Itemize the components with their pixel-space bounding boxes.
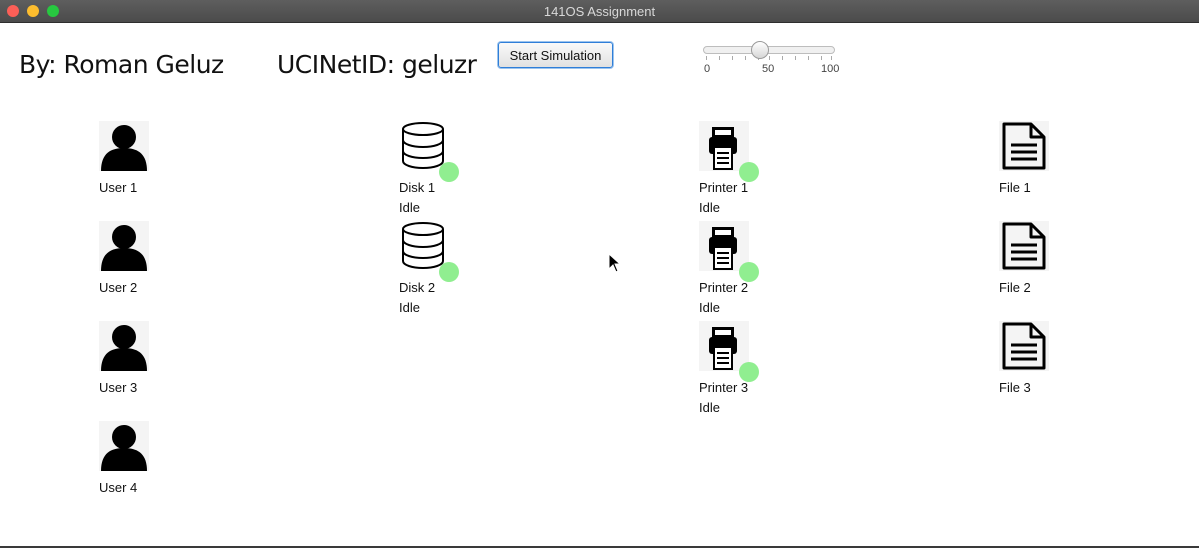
slider-tick <box>831 56 832 60</box>
window-title: 141OS Assignment <box>543 4 656 19</box>
disk-label: Disk 1 <box>399 180 436 195</box>
disk-status: Idle <box>399 200 420 215</box>
document-icon <box>999 121 1049 171</box>
user-icon <box>99 321 149 371</box>
slider-tick <box>745 56 746 60</box>
file-label: File 1 <box>999 180 1031 195</box>
title-bar[interactable]: 141OS Assignment <box>0 0 1199 23</box>
slider-label-max: 100 <box>821 63 840 75</box>
slider-tick <box>732 56 733 60</box>
user-label: User 1 <box>99 180 138 195</box>
speed-slider[interactable]: 0 50 100 <box>703 40 843 80</box>
slider-tick <box>821 56 822 60</box>
file-label: File 3 <box>999 380 1031 395</box>
app-window: 141OS Assignment By: Roman Geluz UCINetI… <box>0 0 1199 548</box>
printer-label: Printer 1 <box>699 180 749 195</box>
disk-status-indicator <box>439 262 459 282</box>
printer-status: Idle <box>699 300 720 315</box>
printer-label: Printer 2 <box>699 280 749 295</box>
user-icon <box>99 421 149 471</box>
slider-tick <box>795 56 796 60</box>
author-name: By: Roman Geluz <box>19 50 224 79</box>
disk-status: Idle <box>399 300 420 315</box>
user-label: User 4 <box>99 480 138 495</box>
ucinetid: UCINetID: geluzr <box>277 50 477 79</box>
disk-status-indicator <box>439 162 459 182</box>
document-icon <box>999 221 1049 271</box>
file-label: File 2 <box>999 280 1031 295</box>
slider-tick <box>769 56 770 60</box>
user-label: User 3 <box>99 380 138 395</box>
printer-status-indicator <box>739 162 759 182</box>
printer-status-indicator <box>739 362 759 382</box>
printer-status: Idle <box>699 400 720 415</box>
disk-label: Disk 2 <box>399 280 436 295</box>
slider-label-min: 0 <box>704 63 711 75</box>
slider-track[interactable] <box>703 46 835 54</box>
slider-tick <box>808 56 809 60</box>
document-icon <box>999 321 1049 371</box>
start-simulation-button[interactable]: Start Simulation <box>498 42 613 68</box>
user-label: User 2 <box>99 280 138 295</box>
slider-tick <box>782 56 783 60</box>
user-icon <box>99 121 149 171</box>
mouse-pointer-icon <box>608 252 622 278</box>
slider-label-mid: 50 <box>762 63 775 75</box>
printer-status: Idle <box>699 200 720 215</box>
slider-tick <box>719 56 720 60</box>
printer-status-indicator <box>739 262 759 282</box>
user-icon <box>99 221 149 271</box>
slider-tick <box>706 56 707 60</box>
printer-label: Printer 3 <box>699 380 749 395</box>
slider-thumb[interactable] <box>751 41 769 59</box>
